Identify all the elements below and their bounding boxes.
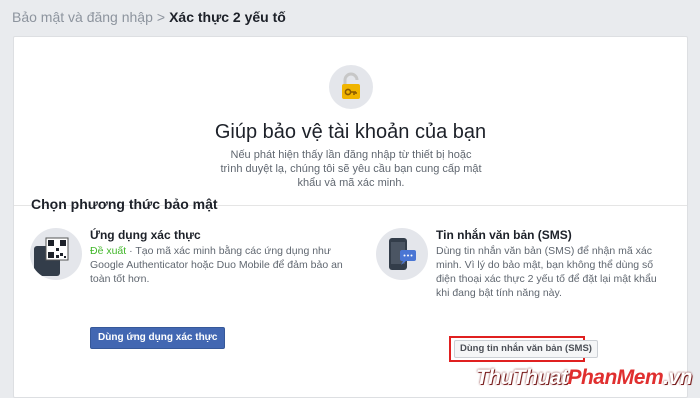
site-watermark: ThuThuatPhanMem.vn <box>475 366 693 390</box>
qr-phone-icon <box>30 228 82 280</box>
sms-title: Tin nhắn văn bản (SMS) <box>436 228 572 242</box>
phone-message-icon <box>376 228 428 280</box>
auth-app-description: Đề xuất · Tạo mã xác minh bằng các ứng d… <box>90 244 362 286</box>
breadcrumb-parent-link[interactable]: Bảo mật và đăng nhập <box>12 9 153 25</box>
breadcrumb-current: Xác thực 2 yếu tố <box>169 9 286 25</box>
section-title: Chọn phương thức bảo mật <box>31 196 218 212</box>
breadcrumb-separator: > <box>156 9 166 25</box>
use-auth-app-button[interactable]: Dùng ứng dụng xác thực <box>90 327 226 349</box>
use-sms-button[interactable]: Dùng tin nhắn văn bản (SMS) <box>454 340 598 358</box>
hero-title: Giúp bảo vệ tài khoản của bạn <box>214 121 487 143</box>
sms-description: Dùng tin nhắn văn bản (SMS) để nhận mã x… <box>436 245 657 299</box>
recommended-badge: Đề xuất <box>90 245 127 257</box>
hero-description: Nếu phát hiện thấy lần đăng nhập từ thiế… <box>220 149 482 189</box>
breadcrumb: Bảo mật và đăng nhập > Xác thực 2 yếu tố <box>12 9 286 25</box>
watermark-part1: ThuThuat <box>475 366 568 389</box>
watermark-part3: .vn <box>663 366 692 389</box>
auth-app-description-text: · Tạo mã xác minh bằng các ứng dụng như … <box>90 245 343 285</box>
watermark-part2: PhanMem <box>567 366 664 389</box>
auth-app-title: Ứng dụng xác thực <box>90 228 201 242</box>
lock-key-icon <box>329 65 373 109</box>
hero-section: Giúp bảo vệ tài khoản của bạn Nếu phát h… <box>14 37 687 206</box>
